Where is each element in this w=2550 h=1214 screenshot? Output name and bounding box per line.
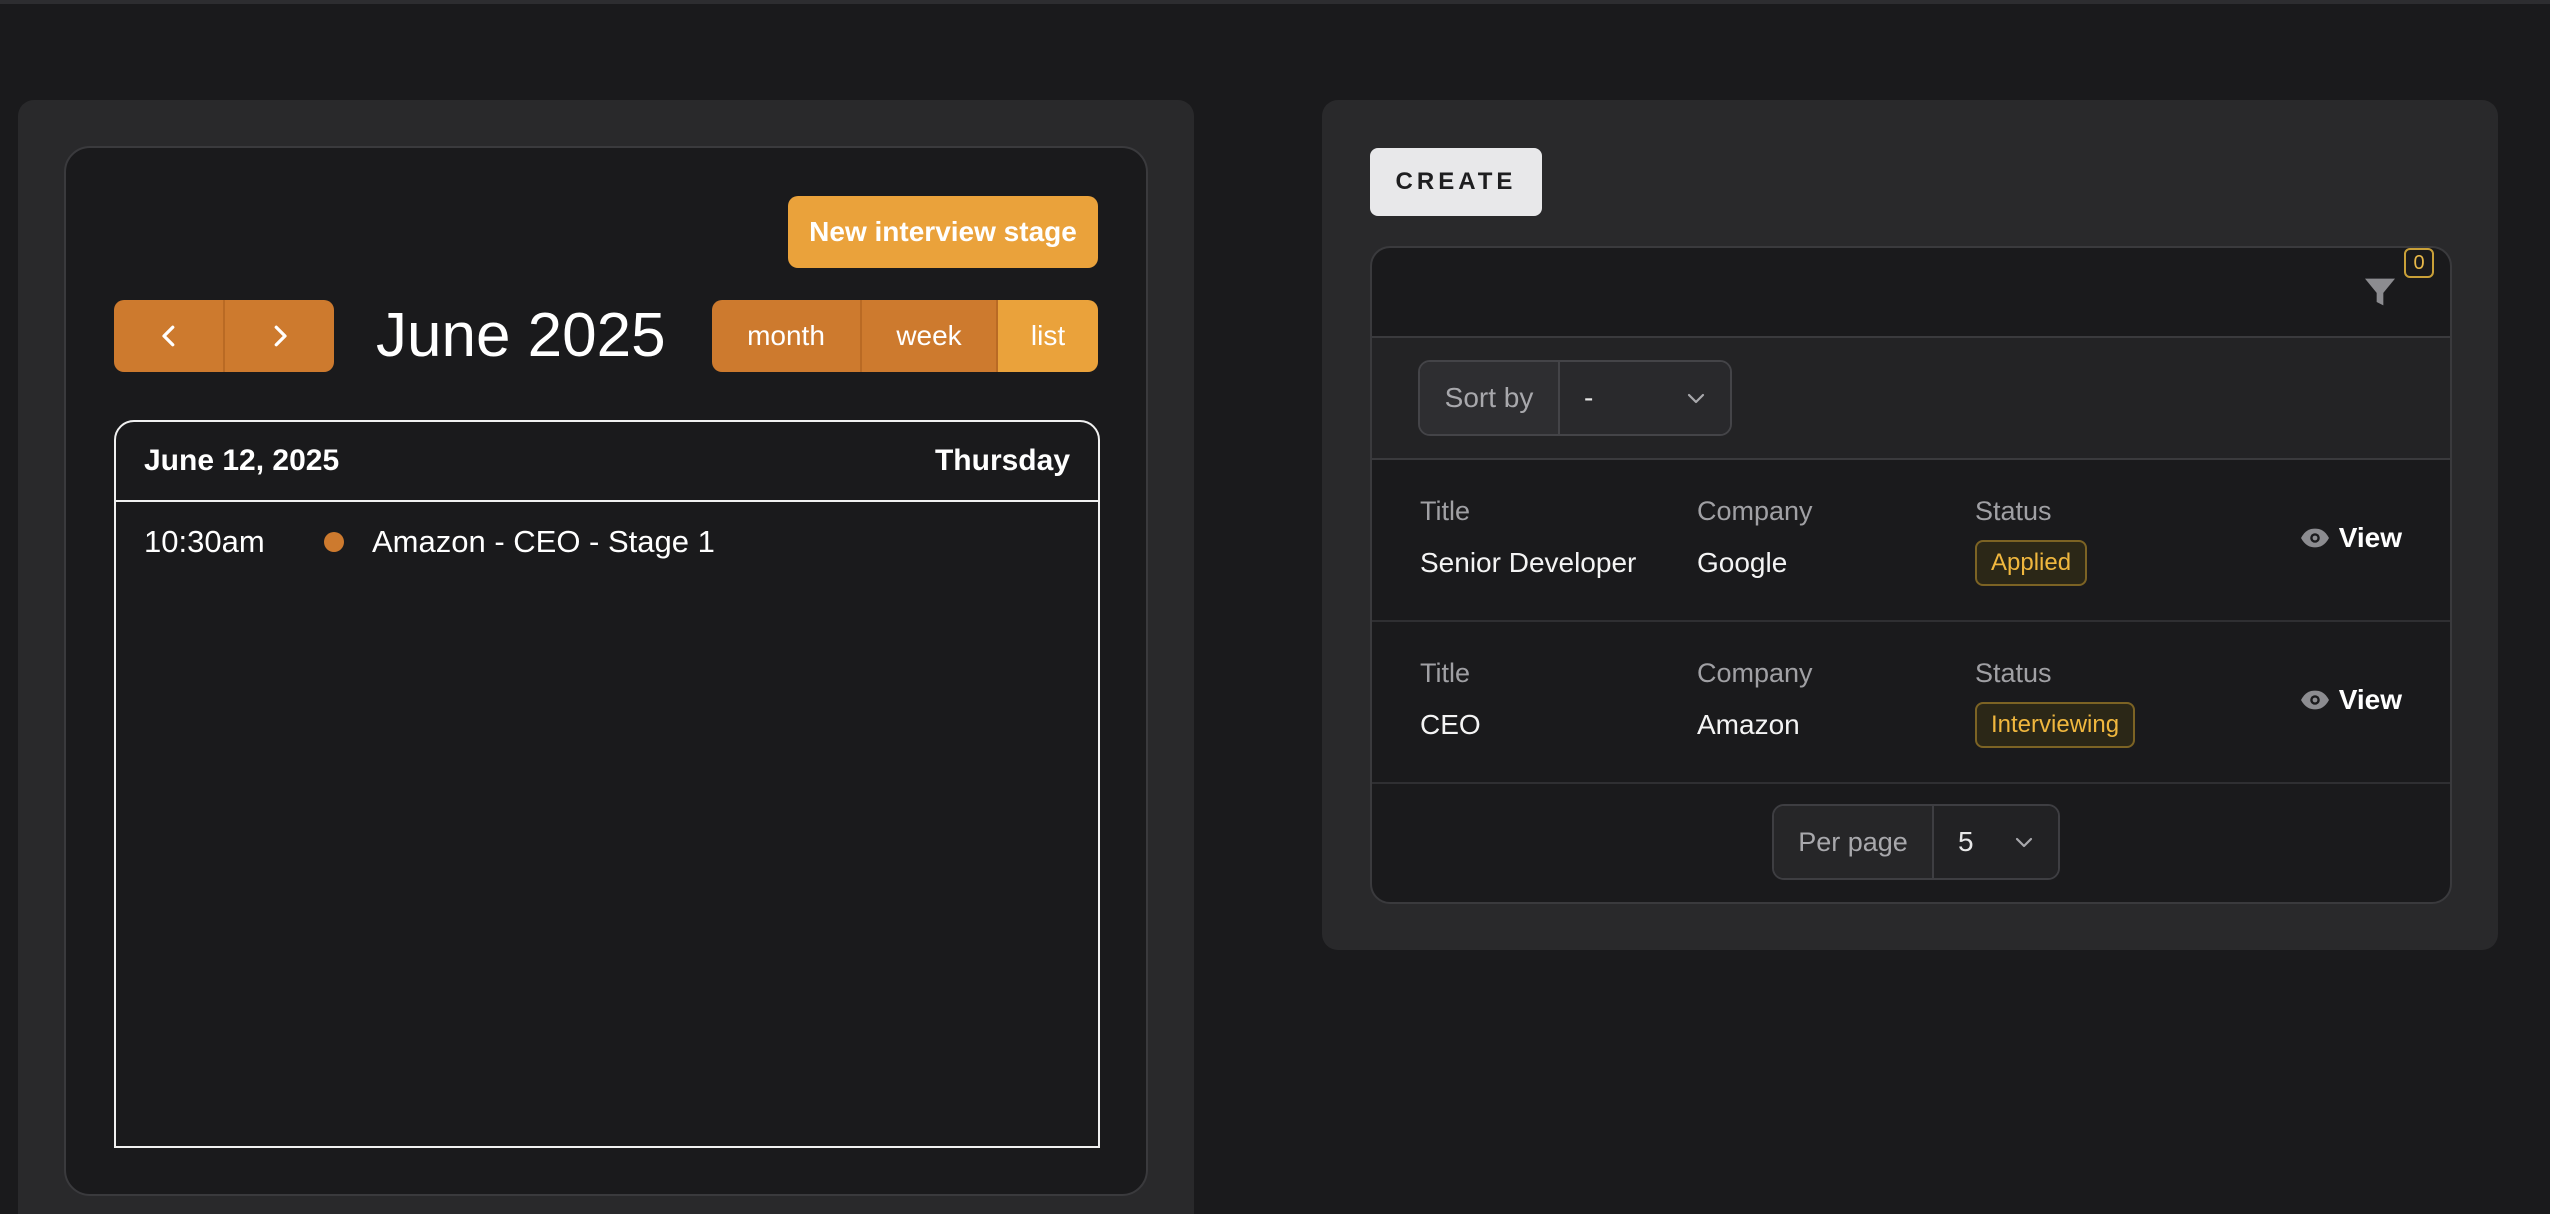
view-week-button[interactable]: week: [860, 300, 996, 372]
list-day-header: June 12, 2025 Thursday: [116, 422, 1098, 502]
sort-bar: Sort by -: [1372, 338, 2450, 460]
event-title[interactable]: Amazon - CEO - Stage 1: [372, 524, 715, 560]
sort-select[interactable]: -: [1560, 362, 1730, 434]
status-cell: Status Interviewing: [1975, 656, 2136, 748]
per-page-control: Per page 5: [1772, 804, 2060, 880]
calendar-panel: New interview stage June 2025 month week…: [18, 100, 1194, 1214]
calendar-card: New interview stage June 2025 month week…: [64, 146, 1148, 1196]
jobs-panel: CREATE 0 Sort by - Title Senior Develope…: [1322, 100, 2498, 950]
chevron-down-icon: [2015, 837, 2033, 848]
title-label: Title: [1420, 496, 1471, 526]
filter-bar: 0: [1372, 248, 2450, 338]
table-row: Title Senior Developer Company Google St…: [1372, 460, 2450, 622]
calendar-event[interactable]: 10:30am Amazon - CEO - Stage 1: [116, 502, 1098, 582]
sort-label: Sort by: [1420, 362, 1560, 434]
list-date[interactable]: June 12, 2025: [144, 444, 339, 478]
view-button[interactable]: View: [2299, 522, 2402, 554]
view-month-button[interactable]: month: [712, 300, 860, 372]
calendar-list-view: June 12, 2025 Thursday 10:30am Amazon - …: [114, 420, 1100, 1148]
view-label: View: [2338, 522, 2402, 553]
filter-count-badge: 0: [2404, 248, 2434, 278]
chevron-left-icon: [161, 325, 174, 347]
view-list-button[interactable]: list: [996, 300, 1098, 372]
table-row: Title CEO Company Amazon Status Intervie…: [1372, 622, 2450, 784]
title-value: Senior Developer: [1420, 547, 1637, 578]
status-label: Status: [1975, 658, 2052, 688]
company-cell: Company Google: [1697, 494, 1813, 580]
next-month-button[interactable]: [223, 300, 334, 372]
new-interview-stage-button[interactable]: New interview stage: [788, 196, 1098, 268]
sort-value: -: [1584, 382, 1594, 413]
title-label: Title: [1420, 658, 1471, 688]
sort-control: Sort by -: [1418, 360, 1732, 436]
view-button[interactable]: View: [2299, 684, 2402, 716]
list-weekday[interactable]: Thursday: [935, 444, 1070, 478]
per-page-value: 5: [1958, 826, 1974, 857]
company-cell: Company Amazon: [1697, 656, 1813, 742]
status-badge: Applied: [1975, 540, 2088, 586]
jobs-table: 0 Sort by - Title Senior Developer Compa…: [1370, 246, 2452, 904]
title-cell: Title CEO: [1420, 656, 1481, 742]
event-dot-icon: [324, 532, 344, 552]
create-button[interactable]: CREATE: [1370, 148, 1542, 216]
calendar-title: June 2025: [376, 301, 666, 370]
calendar-view-switcher: month week list: [712, 300, 1098, 372]
company-label: Company: [1697, 658, 1813, 688]
per-page-select[interactable]: 5: [1934, 806, 2058, 878]
eye-icon: [2300, 690, 2329, 710]
eye-icon: [2300, 528, 2329, 548]
company-value: Google: [1697, 547, 1788, 578]
status-label: Status: [1975, 496, 2052, 526]
pagination: Per page 5: [1372, 782, 2450, 902]
top-border: [0, 0, 2550, 4]
status-cell: Status Applied: [1975, 494, 2088, 586]
view-label: View: [2338, 684, 2402, 715]
title-cell: Title Senior Developer: [1420, 494, 1636, 580]
chevron-right-icon: [274, 325, 287, 347]
company-label: Company: [1697, 496, 1813, 526]
company-value: Amazon: [1697, 709, 1800, 740]
prev-month-button[interactable]: [114, 300, 223, 372]
status-badge: Interviewing: [1975, 702, 2136, 748]
event-time: 10:30am: [144, 524, 265, 559]
per-page-label: Per page: [1774, 806, 1934, 878]
calendar-nav-group: [114, 300, 334, 372]
filter-icon[interactable]: [2360, 272, 2400, 312]
title-value: CEO: [1420, 709, 1481, 740]
chevron-down-icon: [1687, 393, 1705, 404]
